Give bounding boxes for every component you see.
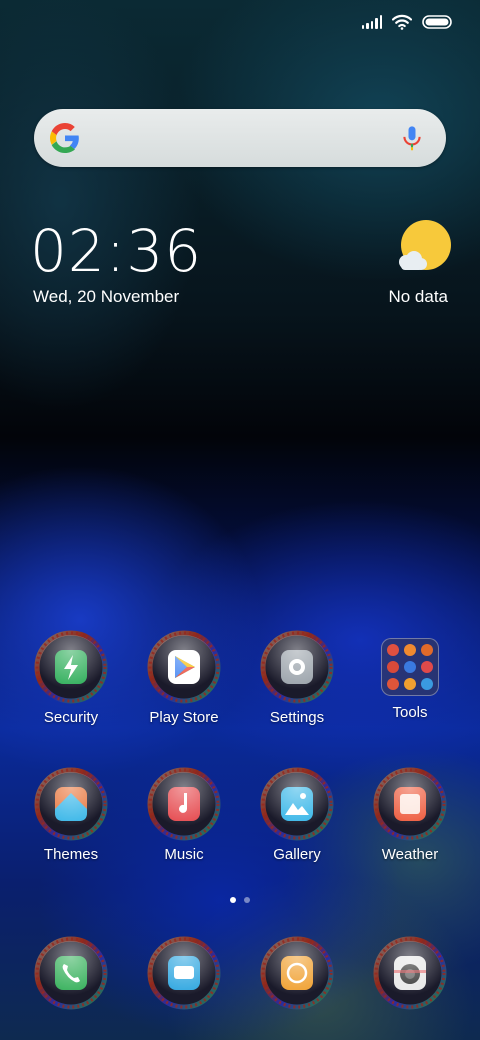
app-label: Security <box>43 709 99 726</box>
gallery-icon <box>260 767 334 841</box>
camera-icon <box>373 936 447 1010</box>
clock-date[interactable]: Wed, 20 November <box>33 287 179 307</box>
dock-browser[interactable] <box>241 936 353 1010</box>
music-icon <box>147 767 221 841</box>
app-themes[interactable]: Themes <box>15 767 127 864</box>
tools-folder-icon <box>381 638 439 696</box>
page-dot-active[interactable] <box>230 897 236 903</box>
app-label: Themes <box>43 846 99 863</box>
google-g-icon <box>50 123 79 153</box>
phone-icon <box>34 936 108 1010</box>
google-search-bar[interactable] <box>34 109 446 167</box>
app-label: Music <box>164 846 204 863</box>
security-icon <box>34 630 108 704</box>
dock-phone[interactable] <box>15 936 127 1010</box>
app-label: Play Store <box>149 709 219 726</box>
partly-sunny-icon[interactable] <box>393 218 453 278</box>
app-label: Tools <box>392 704 428 721</box>
play-store-icon <box>147 630 221 704</box>
messages-icon <box>147 936 221 1010</box>
wifi-icon <box>392 14 412 30</box>
app-weather[interactable]: Weather <box>354 767 466 864</box>
app-label: Weather <box>381 846 439 863</box>
battery-icon <box>422 15 452 29</box>
page-indicator <box>0 897 480 903</box>
page-dot[interactable] <box>244 897 250 903</box>
signal-bars-icon <box>361 15 382 29</box>
app-play-store[interactable]: Play Store <box>128 630 240 727</box>
app-settings[interactable]: Settings <box>241 630 353 727</box>
app-gallery[interactable]: Gallery <box>241 767 353 864</box>
status-bar <box>361 10 453 34</box>
weather-status[interactable]: No data <box>388 287 448 307</box>
dock-messages[interactable] <box>128 936 240 1010</box>
app-label: Settings <box>269 709 325 726</box>
weather-icon <box>373 767 447 841</box>
app-security[interactable]: Security <box>15 630 127 727</box>
app-music[interactable]: Music <box>128 767 240 864</box>
clock-time[interactable]: 02:36 <box>30 222 202 280</box>
microphone-icon[interactable] <box>398 124 426 152</box>
settings-icon <box>260 630 334 704</box>
app-label: Gallery <box>273 846 321 863</box>
browser-icon <box>260 936 334 1010</box>
dock-camera[interactable] <box>354 936 466 1010</box>
themes-icon <box>34 767 108 841</box>
folder-tools[interactable]: Tools <box>354 630 466 722</box>
